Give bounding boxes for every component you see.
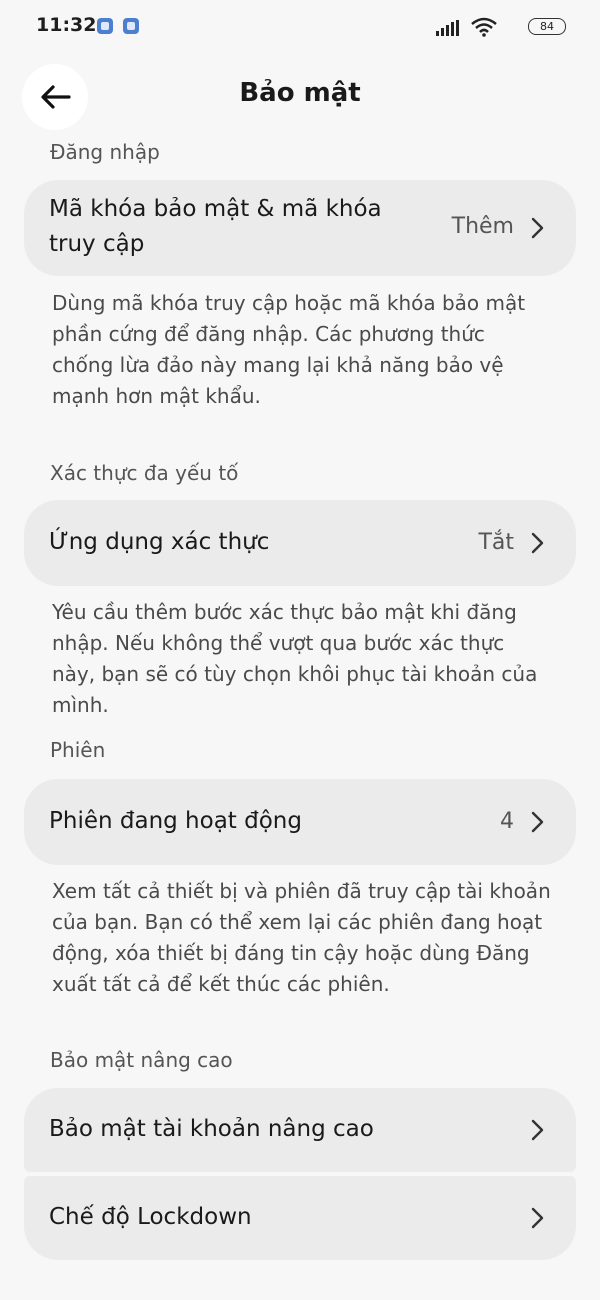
passkeys-security-keys-item[interactable]: Mã khóa bảo mật & mã khóa truy cập Thêm (24, 180, 576, 276)
signal-icon (436, 20, 459, 36)
notification-app-icon (123, 18, 139, 34)
item-label: Ứng dụng xác thực (49, 529, 270, 555)
section-description: Dùng mã khóa truy cập hoặc mã khóa bảo m… (52, 291, 526, 408)
notification-app-icon (97, 18, 113, 34)
item-label: Phiên đang hoạt động (49, 808, 302, 834)
active-sessions-item[interactable]: Phiên đang hoạt động 4 (24, 779, 576, 865)
item-value: Thêm (451, 214, 514, 239)
advanced-account-security-item[interactable]: Bảo mật tài khoản nâng cao (24, 1088, 576, 1172)
section-description: Xem tất cả thiết bị và phiên đã truy cập… (52, 879, 551, 996)
chevron-right-icon (531, 532, 544, 554)
item-label: Mã khóa bảo mật & mã khóa truy cập (49, 196, 382, 257)
chevron-right-icon (531, 1119, 544, 1141)
section-header-mfa: Xác thực đa yếu tố (50, 461, 239, 485)
page-title: Bảo mật (239, 78, 361, 108)
item-label: Bảo mật tài khoản nâng cao (49, 1116, 374, 1142)
item-value: Tắt (478, 530, 514, 555)
chevron-right-icon (531, 1207, 544, 1229)
chevron-right-icon (531, 811, 544, 833)
item-label: Chế độ Lockdown (49, 1204, 252, 1230)
section-header-advanced-security: Bảo mật nâng cao (50, 1048, 233, 1072)
authenticator-app-item[interactable]: Ứng dụng xác thực Tắt (24, 500, 576, 586)
status-indicators: 84 (406, 15, 566, 39)
wifi-icon (471, 17, 497, 37)
section-header-sign-in: Đăng nhập (50, 140, 160, 164)
battery-icon: 84 (528, 18, 566, 35)
app-bar: Bảo mật (0, 56, 600, 138)
lockdown-mode-item[interactable]: Chế độ Lockdown (24, 1176, 576, 1260)
section-description: Yêu cầu thêm bước xác thực bảo mật khi đ… (52, 600, 538, 717)
status-bar: 11:32 84 (0, 0, 600, 56)
item-value: 4 (500, 809, 514, 834)
chevron-right-icon (531, 217, 544, 239)
status-time: 11:32 (36, 14, 97, 36)
section-header-sessions: Phiên (50, 738, 106, 762)
